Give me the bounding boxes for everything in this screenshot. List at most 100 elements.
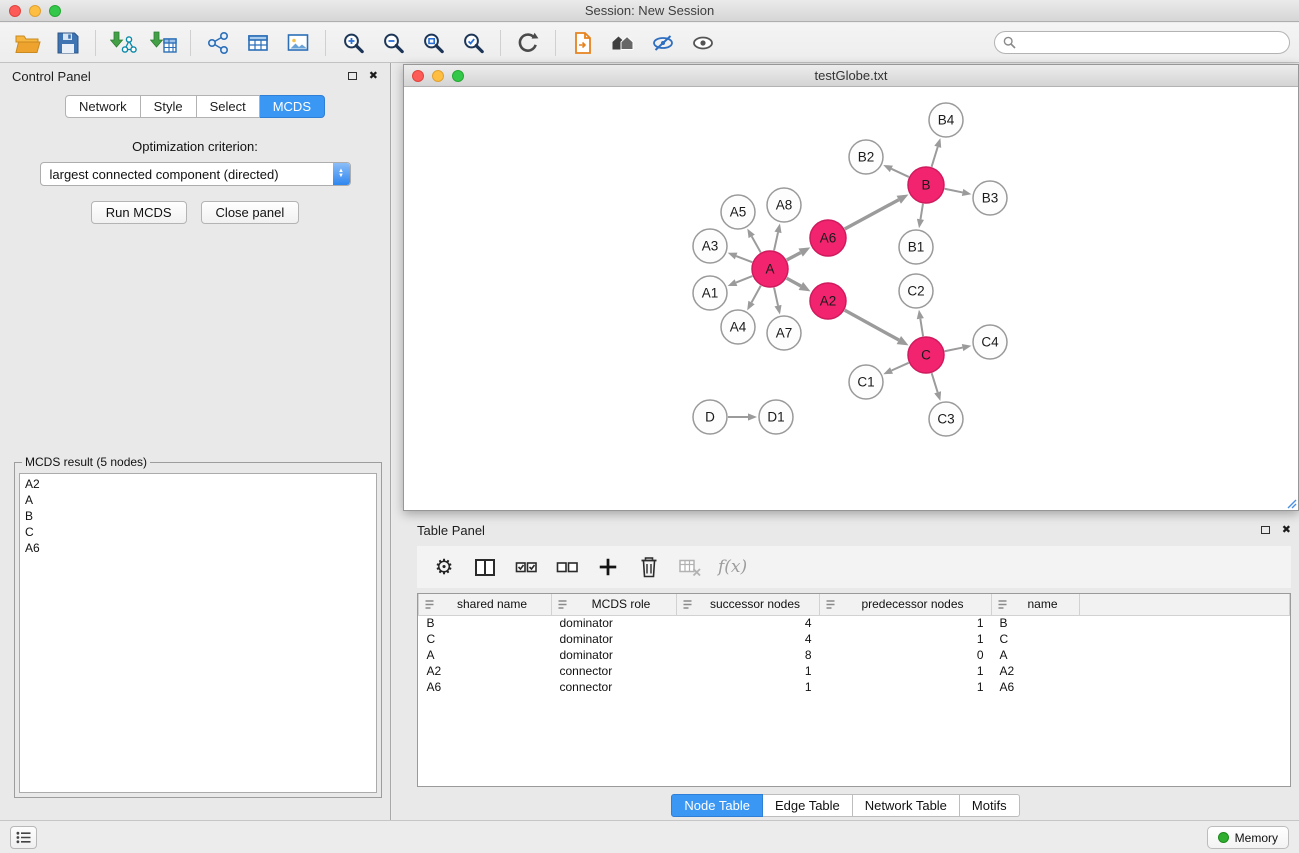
- tab-edge-table[interactable]: Edge Table: [763, 794, 853, 817]
- close-table-panel-icon[interactable]: ✖: [1282, 525, 1291, 536]
- column-header-predecessor-nodes[interactable]: predecessor nodes: [820, 594, 992, 615]
- graph-node-C[interactable]: C: [908, 337, 944, 373]
- network-close-button[interactable]: [412, 70, 424, 82]
- zoom-in-button[interactable]: [333, 26, 373, 60]
- deselect-all-button[interactable]: [554, 552, 580, 582]
- graph-node-B1[interactable]: B1: [899, 230, 933, 264]
- import-table-file-button[interactable]: [143, 26, 183, 60]
- tab-network-table[interactable]: Network Table: [853, 794, 960, 817]
- tab-node-table[interactable]: Node Table: [671, 794, 763, 817]
- graph-node-A2[interactable]: A2: [810, 283, 846, 319]
- graph-edge-C-C4[interactable]: [945, 348, 963, 352]
- graph-node-A6[interactable]: A6: [810, 220, 846, 256]
- graph-edge-A-A1[interactable]: [736, 276, 752, 283]
- graph-node-A7[interactable]: A7: [767, 316, 801, 350]
- graph-edge-C-C3[interactable]: [932, 373, 938, 392]
- graphics-details-button[interactable]: [643, 26, 683, 60]
- column-header-shared-name[interactable]: shared name: [419, 594, 552, 615]
- select-all-button[interactable]: [513, 552, 539, 582]
- show-panels-button[interactable]: [10, 826, 37, 849]
- tab-select[interactable]: Select: [197, 95, 260, 118]
- first-neighbors-button[interactable]: [603, 26, 643, 60]
- graph-edge-A2-C[interactable]: [845, 310, 899, 340]
- table-row[interactable]: A2 connector 1 1 A2: [419, 663, 1290, 679]
- graph-node-A5[interactable]: A5: [721, 195, 755, 229]
- tab-style[interactable]: Style: [141, 95, 197, 118]
- graph-node-B2[interactable]: B2: [849, 140, 883, 174]
- network-minimize-button[interactable]: [432, 70, 444, 82]
- graph-edge-C-C1[interactable]: [892, 363, 909, 371]
- graph-node-C2[interactable]: C2: [899, 274, 933, 308]
- table-row[interactable]: C dominator 4 1 C: [419, 631, 1290, 647]
- close-window-button[interactable]: [9, 5, 21, 17]
- table-settings-button[interactable]: ⚙: [431, 552, 457, 582]
- graph-edge-A-A4[interactable]: [752, 286, 761, 303]
- graph-edge-B-B1[interactable]: [920, 204, 923, 220]
- float-panel-icon[interactable]: [348, 72, 357, 80]
- graph-node-C3[interactable]: C3: [929, 402, 963, 436]
- network-graph[interactable]: B4B2BB3A5A8A6B1A3AA1A2C2A4A7C4CC1C3DD1: [404, 87, 1298, 510]
- graph-node-D[interactable]: D: [693, 400, 727, 434]
- split-view-button[interactable]: [472, 552, 498, 582]
- delete-table-button[interactable]: [677, 552, 703, 582]
- import-network-file-button[interactable]: [103, 26, 143, 60]
- graph-node-B3[interactable]: B3: [973, 181, 1007, 215]
- table-row[interactable]: A6 connector 1 1 A6: [419, 679, 1290, 695]
- graph-edge-B-B4[interactable]: [932, 147, 938, 167]
- graph-node-A1[interactable]: A1: [693, 276, 727, 310]
- table-row[interactable]: A dominator 8 0 A: [419, 647, 1290, 663]
- zoom-window-button[interactable]: [49, 5, 61, 17]
- column-header-name[interactable]: name: [992, 594, 1080, 615]
- run-mcds-button[interactable]: Run MCDS: [91, 201, 187, 224]
- zoom-out-button[interactable]: [373, 26, 413, 60]
- open-recent-button[interactable]: [563, 26, 603, 60]
- graph-edge-C-C2[interactable]: [920, 319, 923, 337]
- graph-edge-A-A2[interactable]: [787, 278, 801, 286]
- network-zoom-button[interactable]: [452, 70, 464, 82]
- tab-network[interactable]: Network: [65, 95, 141, 118]
- open-session-button[interactable]: [8, 26, 48, 60]
- graph-edge-A-A8[interactable]: [774, 232, 778, 250]
- function-builder-button[interactable]: f(x): [718, 552, 747, 582]
- refresh-view-button[interactable]: [508, 26, 548, 60]
- float-table-panel-icon[interactable]: [1261, 526, 1270, 534]
- new-network-button[interactable]: [198, 26, 238, 60]
- tab-mcds[interactable]: MCDS: [260, 95, 325, 118]
- search-field[interactable]: [994, 31, 1290, 54]
- graph-node-C1[interactable]: C1: [849, 365, 883, 399]
- delete-row-button[interactable]: [636, 552, 662, 582]
- resize-grip-icon[interactable]: [1285, 497, 1297, 509]
- column-header-successor-nodes[interactable]: successor nodes: [677, 594, 820, 615]
- graph-node-A[interactable]: A: [752, 251, 788, 287]
- graph-edge-A-A6[interactable]: [787, 253, 801, 260]
- zoom-fit-button[interactable]: [413, 26, 453, 60]
- zoom-selected-button[interactable]: [453, 26, 493, 60]
- export-image-button[interactable]: [278, 26, 318, 60]
- criterion-select[interactable]: largest connected component (directed) ▲…: [40, 162, 351, 186]
- network-window-titlebar[interactable]: testGlobe.txt: [404, 65, 1298, 87]
- memory-button[interactable]: Memory: [1207, 826, 1289, 849]
- close-panel-icon[interactable]: ✖: [369, 71, 378, 82]
- graph-edge-A-A7[interactable]: [774, 288, 778, 306]
- mcds-result-list[interactable]: A2 A B C A6: [19, 473, 377, 793]
- graph-node-C4[interactable]: C4: [973, 325, 1007, 359]
- graph-node-B4[interactable]: B4: [929, 103, 963, 137]
- new-table-button[interactable]: [238, 26, 278, 60]
- graph-node-A3[interactable]: A3: [693, 229, 727, 263]
- graph-edge-A6-B[interactable]: [845, 200, 899, 229]
- graph-edge-B-B3[interactable]: [945, 189, 963, 193]
- graph-edge-B-B2[interactable]: [891, 169, 908, 177]
- minimize-window-button[interactable]: [29, 5, 41, 17]
- column-header-mcds-role[interactable]: MCDS role: [552, 594, 677, 615]
- birdseye-view-button[interactable]: [683, 26, 723, 60]
- graph-edge-A-A3[interactable]: [736, 256, 752, 262]
- graph-node-A4[interactable]: A4: [721, 310, 755, 344]
- add-row-button[interactable]: [595, 552, 621, 582]
- graph-edge-A-A5[interactable]: [752, 236, 761, 252]
- close-panel-button[interactable]: Close panel: [201, 201, 300, 224]
- tab-motifs[interactable]: Motifs: [960, 794, 1020, 817]
- graph-node-B[interactable]: B: [908, 167, 944, 203]
- graph-node-A8[interactable]: A8: [767, 188, 801, 222]
- save-session-button[interactable]: [48, 26, 88, 60]
- search-input[interactable]: [1021, 36, 1281, 50]
